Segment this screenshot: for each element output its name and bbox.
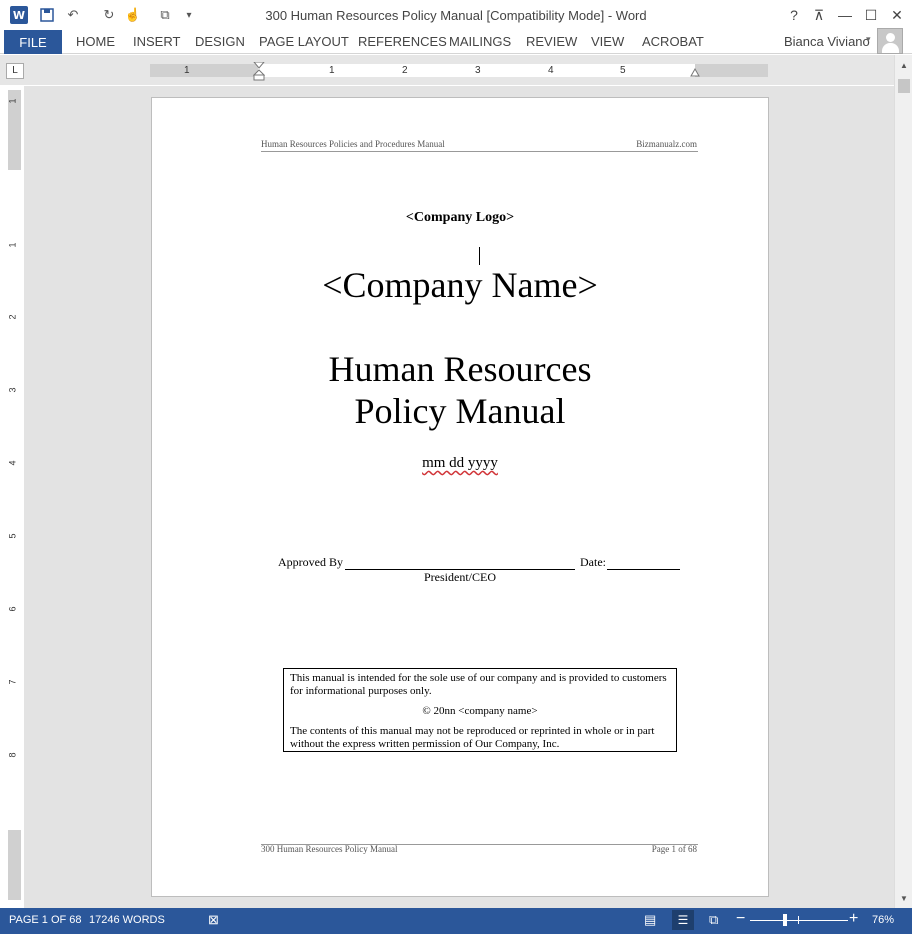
ruler-number: 1 <box>184 65 190 76</box>
document-title-line1: Human Resources <box>328 349 592 389</box>
scroll-up-icon[interactable]: ▲ <box>895 61 912 73</box>
ribbon-tab-bar: FILE HOME INSERT DESIGN PAGE LAYOUT REFE… <box>0 30 912 54</box>
zoom-slider-track[interactable] <box>750 920 848 921</box>
tab-insert[interactable]: INSERT <box>133 34 180 49</box>
ruler-number: 5 <box>620 65 626 76</box>
tab-design[interactable]: DESIGN <box>195 34 245 49</box>
zoom-slider-thumb[interactable] <box>783 914 787 926</box>
tab-references[interactable]: REFERENCES <box>358 34 447 49</box>
horizontal-ruler[interactable]: 1 1 2 3 4 5 <box>150 62 768 81</box>
ruler-number: 1 <box>7 98 18 104</box>
print-layout-icon[interactable]: ☰ <box>672 910 694 930</box>
date-placeholder: mm dd yyyy <box>422 455 498 471</box>
ruler-number: 4 <box>548 65 554 76</box>
web-layout-icon[interactable]: ⧉ <box>709 912 718 928</box>
copyright-notice-box: This manual is intended for the sole use… <box>283 668 677 752</box>
ruler-number: 4 <box>7 460 18 466</box>
word-count[interactable]: 17246 WORDS <box>89 914 165 926</box>
ruler-number: 3 <box>7 387 18 393</box>
tab-page-layout[interactable]: PAGE LAYOUT <box>259 34 349 49</box>
page-footer-left: 300 Human Resources Policy Manual <box>261 844 398 854</box>
ribbon-display-options-button[interactable]: ⊼ <box>808 4 830 26</box>
ruler-number: 6 <box>7 606 18 612</box>
zoom-slider-midpoint <box>798 916 799 924</box>
zoom-in-button[interactable]: + <box>849 910 858 928</box>
zoom-out-button[interactable]: − <box>736 910 745 928</box>
notice-usage: This manual is intended for the sole use… <box>290 672 667 697</box>
read-mode-icon[interactable]: ▤ <box>644 912 656 928</box>
page-header-left: Human Resources Policies and Procedures … <box>261 139 445 149</box>
page-header-right: Bizmanualz.com <box>636 139 697 149</box>
tab-acrobat[interactable]: ACROBAT <box>642 34 704 49</box>
tab-home[interactable]: HOME <box>76 34 115 49</box>
user-avatar[interactable] <box>877 28 903 54</box>
tab-stop-selector[interactable]: L <box>6 63 24 79</box>
user-menu-chevron-icon[interactable]: ▾ <box>866 34 871 45</box>
indent-marker-icon[interactable] <box>253 62 265 82</box>
notice-copyright: © 20nn <company name> <box>422 705 538 717</box>
window-title: 300 Human Resources Policy Manual [Compa… <box>265 8 647 23</box>
document-page[interactable]: Human Resources Policies and Procedures … <box>151 97 769 897</box>
page-count[interactable]: PAGE 1 OF 68 <box>9 914 82 926</box>
zoom-level[interactable]: 76% <box>872 914 894 926</box>
ruler-number: 1 <box>7 242 18 248</box>
company-name: <Company Name> <box>322 265 598 305</box>
approved-by-label: Approved By <box>278 555 343 569</box>
status-bar: PAGE 1 OF 68 17246 WORDS ⊠ ▤ ☰ ⧉ − + 76% <box>0 908 912 934</box>
tab-review[interactable]: REVIEW <box>526 34 577 49</box>
minimize-button[interactable]: — <box>834 4 856 26</box>
close-button[interactable]: ✕ <box>886 4 908 26</box>
tab-file[interactable]: FILE <box>4 30 62 54</box>
vertical-scrollbar[interactable]: ▲ ▼ <box>894 55 912 908</box>
help-button[interactable]: ? <box>783 4 805 26</box>
ruler-number: 8 <box>7 752 18 758</box>
tab-view[interactable]: VIEW <box>591 34 624 49</box>
text-cursor <box>479 247 480 265</box>
signer-title: President/CEO <box>424 570 496 584</box>
proofing-icon[interactable]: ⊠ <box>208 912 219 928</box>
company-logo-placeholder: <Company Logo> <box>405 210 515 225</box>
header-divider <box>261 151 698 152</box>
ruler-number: 3 <box>475 65 481 76</box>
ruler-number: 2 <box>402 65 408 76</box>
user-name[interactable]: Bianca Viviano <box>784 34 870 49</box>
ruler-number: 1 <box>329 65 335 76</box>
ruler-number: 7 <box>7 679 18 685</box>
page-footer-right: Page 1 of 68 <box>651 844 697 854</box>
right-indent-marker-icon[interactable] <box>690 68 700 78</box>
tab-mailings[interactable]: MAILINGS <box>449 34 511 49</box>
scroll-down-icon[interactable]: ▼ <box>895 894 912 906</box>
ruler-number: 5 <box>7 533 18 539</box>
vertical-ruler[interactable]: 1 1 2 3 4 5 6 7 8 <box>8 90 21 900</box>
title-bar: W ↶ ↻ ☝ ⧉ ▾ 300 Human Resources Policy M… <box>0 0 912 30</box>
document-title-line2: Policy Manual <box>354 391 566 431</box>
date-label: Date: <box>580 555 606 569</box>
notice-reproduction: The contents of this manual may not be r… <box>290 725 655 750</box>
word-window: W ↶ ↻ ☝ ⧉ ▾ 300 Human Resources Policy M… <box>0 0 912 934</box>
scroll-thumb[interactable] <box>898 79 910 93</box>
ruler-number: 2 <box>7 314 18 320</box>
maximize-button[interactable]: ☐ <box>860 4 882 26</box>
